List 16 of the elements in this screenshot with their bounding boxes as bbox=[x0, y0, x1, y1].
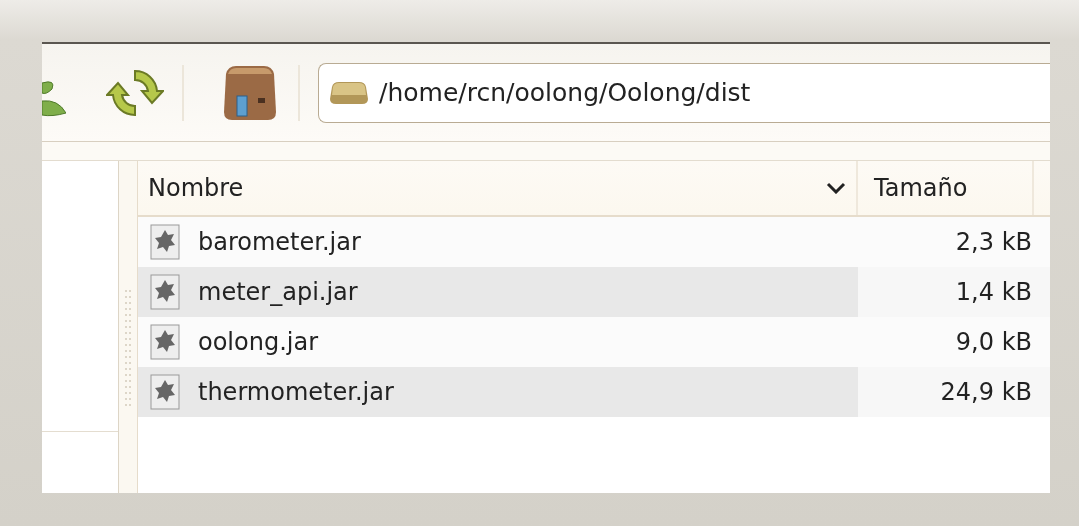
file-name[interactable]: oolong.jar bbox=[198, 328, 319, 356]
file-name[interactable]: barometer.jar bbox=[198, 228, 361, 256]
column-header[interactable]: Nombre bbox=[138, 161, 858, 215]
file-size: 24,9 kB bbox=[939, 378, 1033, 406]
file-size: 1,4 kB bbox=[954, 278, 1033, 306]
file-name[interactable]: thermometer.jar bbox=[198, 378, 394, 406]
file-size: 9,0 kB bbox=[954, 328, 1033, 356]
file-icon bbox=[150, 224, 180, 260]
file-icon bbox=[150, 324, 180, 360]
file-icon bbox=[150, 374, 180, 410]
file-size: 2,3 kB bbox=[954, 228, 1033, 256]
column-header[interactable]: Tamaño bbox=[858, 161, 1034, 215]
location-field[interactable]: /home/rcn/oolong/Oolong/dist bbox=[318, 62, 1050, 123]
file-icon bbox=[150, 274, 180, 310]
file-name[interactable]: meter_api.jar bbox=[198, 278, 358, 306]
drive-icon bbox=[329, 80, 369, 105]
